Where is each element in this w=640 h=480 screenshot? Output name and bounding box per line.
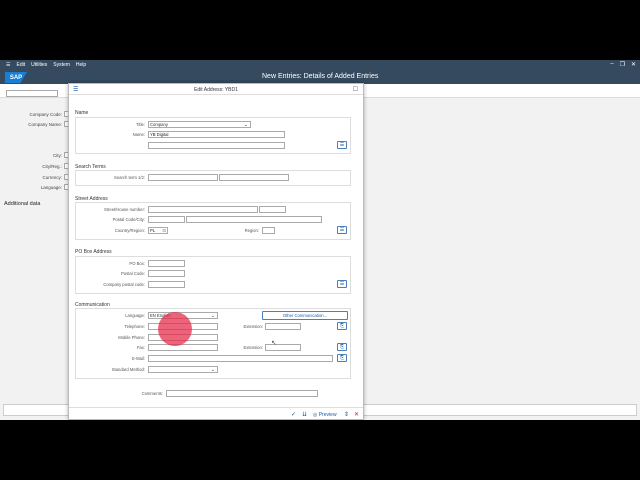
dialog-maximize-icon[interactable]: ☐	[353, 86, 358, 93]
title-label: Title:	[136, 122, 145, 127]
additional-data-header: Additional data	[4, 201, 41, 207]
dialog-title: Edit Address: YBD1	[194, 87, 238, 93]
more-po-box-icon[interactable]: ☰	[337, 280, 347, 288]
city-reg-label: City/Reg.:	[42, 164, 62, 169]
cancel-icon[interactable]: ✕	[354, 411, 359, 418]
name-input-2[interactable]	[148, 142, 285, 149]
extension-label: Extension:	[243, 324, 263, 329]
hamburger-menu-icon[interactable]: ☰	[6, 62, 10, 68]
more-names-icon[interactable]: ☰	[337, 141, 347, 149]
window-title: New Entries: Details of Added Entries	[262, 73, 379, 80]
value-help-icon[interactable]: ⊡	[162, 228, 166, 234]
name-label: Name:	[132, 132, 145, 137]
po-box-header: PO Box Address	[75, 249, 112, 255]
street-label: Street/House number:	[104, 207, 145, 212]
language-label: Language:	[125, 313, 145, 318]
currency-label: Currency:	[42, 175, 62, 180]
dialog-footer: ✓ ⇊ ◎ Preview ⇕ ✕	[69, 407, 363, 420]
minimize-icon[interactable]: –	[610, 61, 613, 68]
mobile-label: Mobile Phone:	[118, 335, 145, 340]
comments-label: Comments:	[141, 391, 163, 396]
confirm-icon[interactable]: ✓	[291, 411, 296, 418]
menu-edit[interactable]: Edit	[16, 62, 25, 68]
email-label: E-Mail:	[131, 356, 145, 361]
menu-help[interactable]: Help	[76, 62, 86, 68]
copy-icon[interactable]: ⇊	[302, 411, 307, 418]
address-version-icon[interactable]: ⇕	[344, 411, 349, 418]
po-postal-label: Postal Code:	[121, 271, 145, 276]
search-term-label: Search term 1/2:	[114, 175, 145, 180]
email-more-icon[interactable]: ⎘	[337, 354, 347, 362]
standard-method-select[interactable]: ⌄	[148, 366, 218, 373]
comments-input[interactable]	[166, 390, 318, 397]
company-name-label: Company Name:	[28, 122, 62, 127]
more-address-icon[interactable]: ☰	[337, 226, 347, 234]
po-box-input[interactable]	[148, 260, 185, 267]
company-postal-input[interactable]	[148, 281, 185, 288]
dialog-header: ☰ Edit Address: YBD1 ☐	[69, 84, 363, 95]
standard-method-label: Standard Method:	[111, 367, 145, 372]
language-label-bg: Language:	[40, 185, 62, 190]
chevron-down-icon: ⌄	[210, 367, 215, 373]
preview-label: Preview	[318, 412, 337, 418]
command-field[interactable]	[6, 90, 58, 97]
search-term-1-input[interactable]	[148, 174, 218, 181]
window-controls: – ❐ ✕	[610, 61, 636, 68]
country-label: Country/Region:	[114, 228, 145, 233]
name-section-header: Name	[75, 110, 89, 116]
city-input[interactable]	[186, 216, 322, 223]
house-number-input[interactable]	[259, 206, 286, 213]
menu-bar: ☰ Edit Utilities System Help – ❐ ✕	[0, 60, 640, 70]
chevron-down-icon: ⌄	[210, 313, 215, 319]
preview-button[interactable]: ◎ Preview	[313, 412, 337, 418]
email-input[interactable]	[148, 355, 333, 362]
company-code-label: Company Code:	[29, 112, 62, 117]
other-communication-button[interactable]: Other Communication...	[262, 311, 348, 320]
fax-label: Fax:	[136, 345, 145, 350]
po-box-label: PO Box:	[129, 261, 145, 266]
sap-gui-screen: ☰ Edit Utilities System Help – ❐ ✕ New E…	[0, 60, 640, 420]
postal-code-input[interactable]	[148, 216, 185, 223]
restore-icon[interactable]: ❐	[620, 61, 625, 68]
chevron-down-icon: ⌄	[243, 122, 248, 128]
fax-more-icon[interactable]: ⎘	[337, 343, 347, 351]
telephone-more-icon[interactable]: ⎘	[337, 322, 347, 330]
name-input-1[interactable]: YB Digital	[148, 131, 285, 138]
cursor-highlight	[158, 312, 192, 346]
fax-extension-label: Extension:	[243, 345, 263, 350]
telephone-label: Telephone:	[124, 324, 146, 329]
search-term-2-input[interactable]	[219, 174, 289, 181]
menu-system[interactable]: System	[53, 62, 70, 68]
mouse-pointer-icon: ↖	[271, 340, 277, 347]
street-input[interactable]	[148, 206, 258, 213]
region-label: Region:	[244, 228, 259, 233]
city-label: City:	[53, 153, 62, 158]
company-postal-label: Company postal code:	[103, 282, 145, 287]
title-bar: New Entries: Details of Added Entries	[0, 70, 640, 84]
close-window-icon[interactable]: ✕	[631, 61, 636, 68]
title-select[interactable]: Company ⌄	[148, 121, 251, 128]
country-input[interactable]: PL ⊡	[148, 227, 168, 234]
region-input[interactable]	[262, 227, 275, 234]
postal-city-label: Postal Code/City:	[112, 217, 145, 222]
title-value: Company	[150, 122, 168, 127]
extension-input[interactable]	[265, 323, 301, 330]
po-postal-input[interactable]	[148, 270, 185, 277]
edit-address-dialog: ☰ Edit Address: YBD1 ☐ Name Title: Compa…	[68, 83, 364, 420]
menu-utilities[interactable]: Utilities	[31, 62, 47, 68]
country-value: PL	[150, 228, 156, 233]
fax-input[interactable]	[148, 344, 218, 351]
